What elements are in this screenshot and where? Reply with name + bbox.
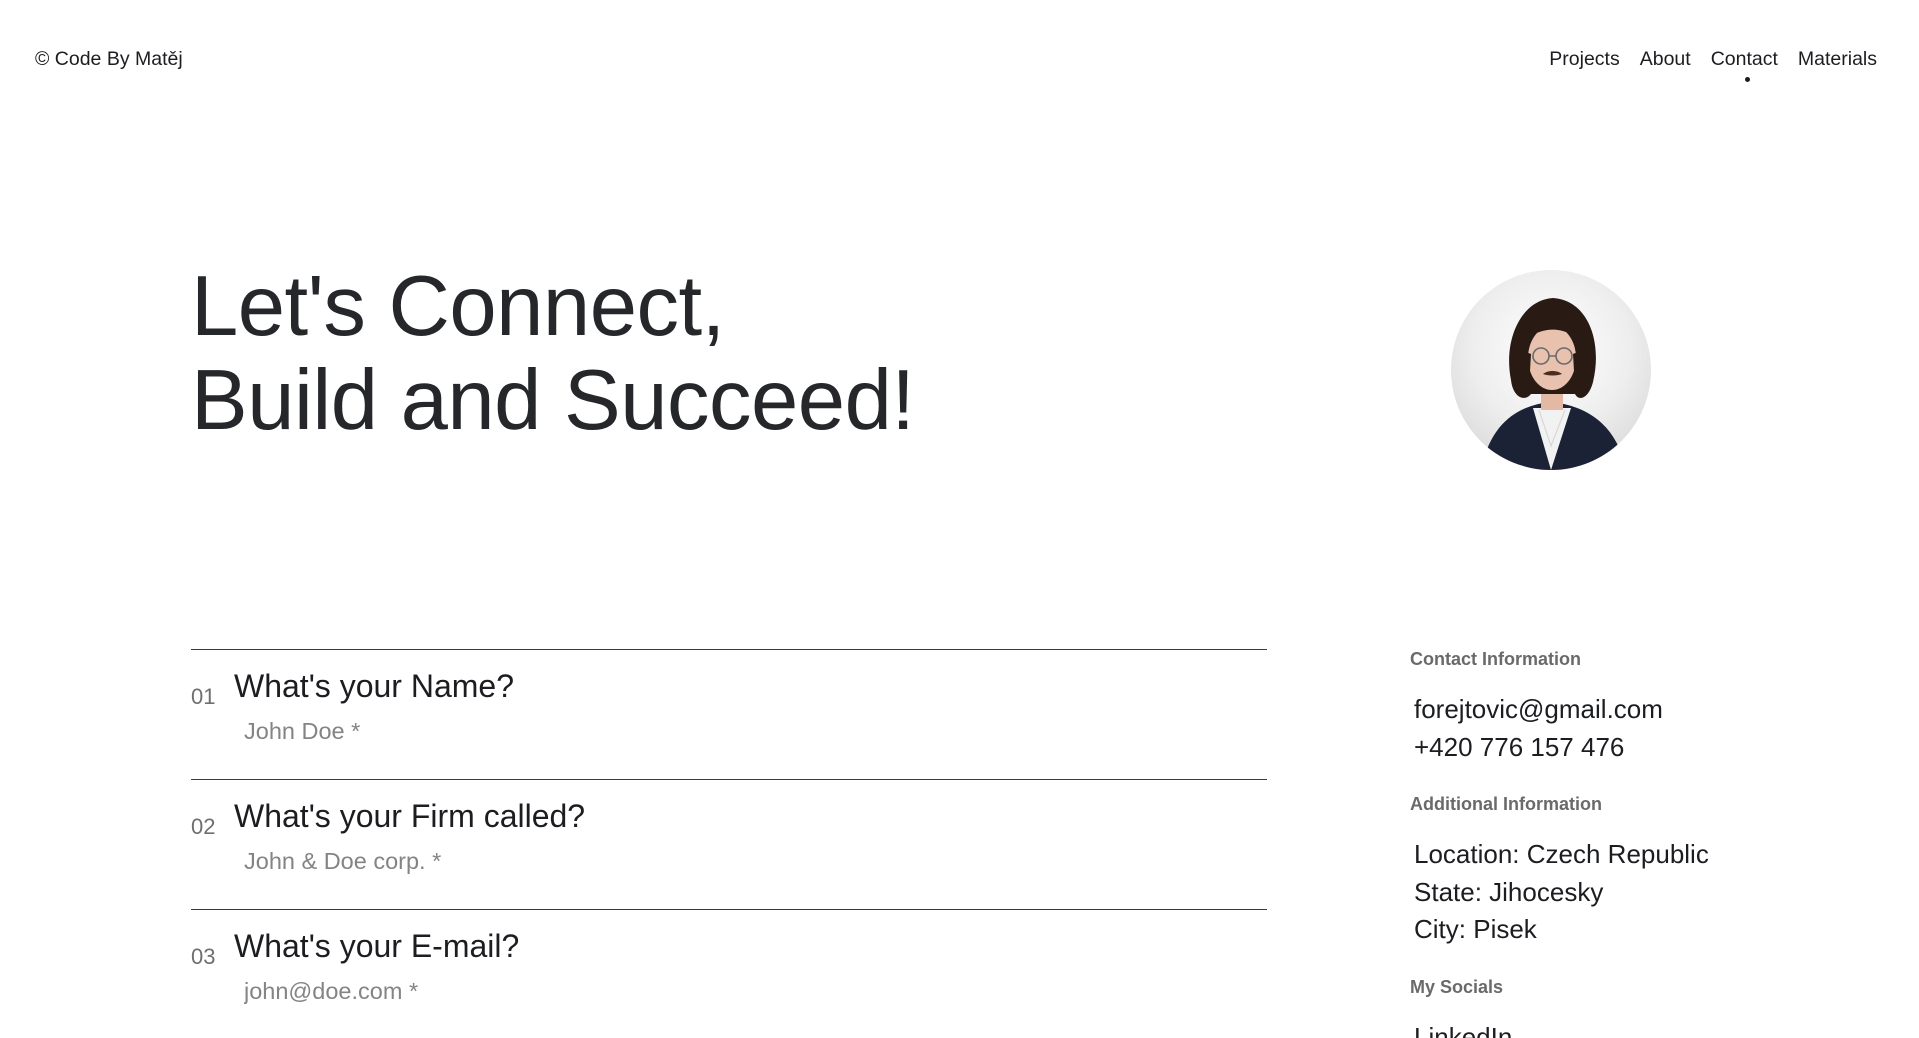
hero-title-line-2: Build and Succeed! [191,353,915,448]
location-text: Location: Czech Republic [1414,839,1709,869]
city-text: City: Pisek [1414,914,1537,944]
main-nav: Projects About Contact Materials [1549,48,1877,82]
nav-materials[interactable]: Materials [1798,48,1877,71]
nav-contact-label: Contact [1710,48,1778,70]
phone-link[interactable]: +420 776 157 476 [1414,729,1870,767]
nav-about[interactable]: About [1640,48,1691,71]
hero-title: Let's Connect, Build and Succeed! [191,259,915,448]
additional-info-block: Location: Czech Republic State: Jihocesk… [1414,836,1870,949]
field-number: 02 [191,814,216,839]
firm-input[interactable] [244,848,1224,875]
field-label: What's your Firm called? [234,798,586,834]
additional-info-heading: Additional Information [1410,794,1602,814]
email-field: 03 What's your E-mail? [191,909,1267,1038]
active-indicator-dot [1745,77,1751,82]
field-label: What's your E-mail? [234,928,520,964]
profile-portrait-icon [1481,298,1626,470]
contact-page: © Code By Matěj Projects About Contact M… [0,0,1919,1038]
contact-info-heading: Contact Information [1410,649,1581,669]
email-input[interactable] [244,978,1224,1005]
field-label: What's your Name? [234,668,514,704]
socials-heading: My Socials [1410,976,1504,997]
email-link[interactable]: forejtovic@gmail.com [1414,691,1870,729]
name-field: 01 What's your Name? [191,649,1267,779]
state-text: State: Jihocesky [1414,876,1604,907]
hero-title-line-1: Let's Connect, [191,259,725,354]
field-number: 03 [191,944,216,969]
socials-block: LinkedIn [1414,1019,1870,1038]
field-number: 01 [191,684,216,709]
nav-projects[interactable]: Projects [1549,48,1619,71]
nav-contact[interactable]: Contact [1710,48,1778,82]
contact-info-panel: Contact Information forejtovic@gmail.com… [1410,649,1870,1038]
contact-info-block: forejtovic@gmail.com +420 776 157 476 [1414,691,1870,766]
name-input[interactable] [244,718,1224,745]
brand-logo[interactable]: © Code By Matěj [35,48,183,71]
contact-form: 01 What's your Name? 02 What's your Firm… [191,649,1267,1038]
profile-avatar [1451,270,1651,470]
firm-field: 02 What's your Firm called? [191,779,1267,909]
social-link-linkedin[interactable]: LinkedIn [1414,1019,1870,1038]
